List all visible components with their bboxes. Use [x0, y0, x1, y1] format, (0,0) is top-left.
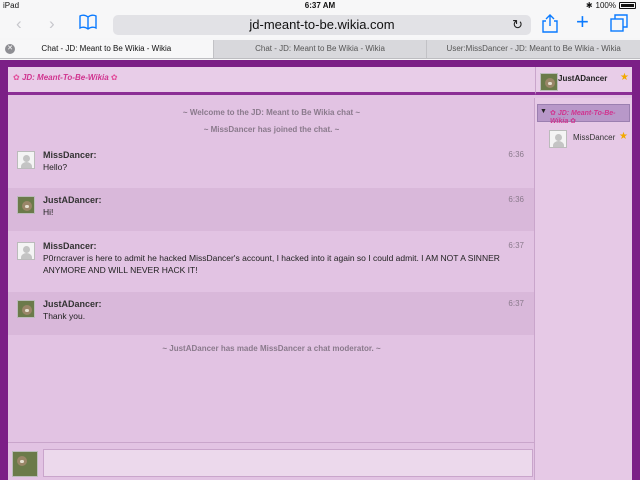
message-input-area	[8, 442, 535, 480]
tab-label: Chat - JD: Meant to Be Wikia - Wikia	[255, 44, 385, 53]
room-header[interactable]: ▼ ✿ JD: Meant-To-Be-Wikia ✿	[537, 104, 630, 125]
current-user-box[interactable]: JustADancer ★	[535, 67, 632, 95]
chat-window: ✿ JD: Meant-To-Be-Wikia ✿ JustADancer ★ …	[8, 67, 632, 480]
inline-alert-moderator: ~ JustADancer has made MissDancer a chat…	[162, 344, 381, 353]
battery-percent: 100%	[595, 1, 616, 10]
avatar-icon	[12, 451, 38, 477]
user-list-name[interactable]: MissDancer	[573, 133, 615, 142]
message-time: 6:36	[508, 150, 524, 159]
current-user-name: JustADancer	[558, 74, 608, 83]
message-list: ~ Welcome to the JD: Meant to Be Wikia c…	[8, 98, 535, 442]
tabs-icon[interactable]	[610, 14, 628, 37]
tab-label: User:MissDancer - JD: Meant to Be Wikia …	[446, 44, 621, 53]
share-icon[interactable]	[542, 14, 558, 38]
battery-icon	[619, 2, 636, 9]
user-rail: ▼ ✿ JD: Meant-To-Be-Wikia ✿ MissDancer ★	[535, 98, 632, 480]
room-logo: ✿ JD: Meant-To-Be-Wikia ✿	[550, 110, 616, 125]
chevron-down-icon[interactable]: ▼	[540, 108, 547, 115]
avatar-icon[interactable]	[17, 196, 35, 214]
browser-toolbar: ‹ › jd-meant-to-be.wikia.com ↻ +	[0, 11, 640, 38]
chat-message: JustADancer: Hi! 6:36	[8, 188, 534, 231]
user-list-item[interactable]	[549, 130, 567, 148]
message-username[interactable]: MissDancer:	[43, 150, 97, 160]
chat-message: MissDancer: P0rncraver is here to admit …	[8, 234, 534, 290]
wiki-logo[interactable]: ✿ JD: Meant-To-Be-Wikia ✿	[13, 73, 118, 82]
tab-chat-active[interactable]: ✕ Chat - JD: Meant to Be Wikia - Wikia	[0, 40, 213, 58]
back-icon[interactable]: ‹	[16, 14, 22, 34]
message-time: 6:36	[508, 195, 524, 204]
url-text: jd-meant-to-be.wikia.com	[249, 17, 395, 32]
avatar-icon	[540, 73, 558, 91]
message-text: P0rncraver is here to admit he hacked Mi…	[43, 253, 500, 275]
chat-header: ✿ JD: Meant-To-Be-Wikia ✿	[8, 67, 535, 95]
address-bar[interactable]: jd-meant-to-be.wikia.com ↻	[113, 15, 531, 35]
avatar-icon[interactable]	[17, 151, 35, 169]
avatar-icon[interactable]	[17, 300, 35, 318]
tab-label: Chat - JD: Meant to Be Wikia - Wikia	[41, 44, 172, 53]
tab-chat[interactable]: Chat - JD: Meant to Be Wikia - Wikia	[212, 40, 427, 58]
bookmarks-icon[interactable]	[79, 14, 97, 35]
clock: 6:37 AM	[304, 1, 336, 10]
chat-page: ✿ JD: Meant-To-Be-Wikia ✿ JustADancer ★ …	[0, 60, 640, 480]
inline-alert-joined: ~ MissDancer has joined the chat. ~	[203, 125, 340, 134]
message-text: Thank you.	[43, 311, 86, 321]
forward-icon[interactable]: ›	[49, 14, 55, 34]
message-time: 6:37	[508, 299, 524, 308]
message-input[interactable]	[43, 449, 533, 477]
star-icon: ★	[620, 72, 629, 83]
inline-alert-welcome: ~ Welcome to the JD: Meant to Be Wikia c…	[182, 108, 361, 117]
avatar-icon	[549, 130, 567, 148]
message-text: Hi!	[43, 207, 54, 217]
message-text: Hello?	[43, 162, 68, 172]
avatar-icon[interactable]	[17, 242, 35, 260]
message-username[interactable]: JustADancer:	[43, 299, 102, 309]
tab-bar: ✕ Chat - JD: Meant to Be Wikia - Wikia C…	[0, 40, 640, 59]
chat-message: JustADancer: Thank you. 6:37	[8, 292, 534, 335]
new-tab-icon[interactable]: +	[576, 11, 589, 33]
message-username[interactable]: MissDancer:	[43, 241, 97, 251]
tab-user-page[interactable]: User:MissDancer - JD: Meant to Be Wikia …	[426, 40, 640, 58]
status-bar: iPad 6:37 AM ✱ 100%	[0, 0, 640, 12]
message-time: 6:37	[508, 241, 524, 250]
close-tab-icon[interactable]: ✕	[5, 44, 15, 54]
chat-message: MissDancer: Hello? 6:36	[8, 143, 534, 187]
reload-icon[interactable]: ↻	[512, 15, 523, 35]
star-icon: ★	[619, 131, 628, 142]
message-username[interactable]: JustADancer:	[43, 195, 102, 205]
